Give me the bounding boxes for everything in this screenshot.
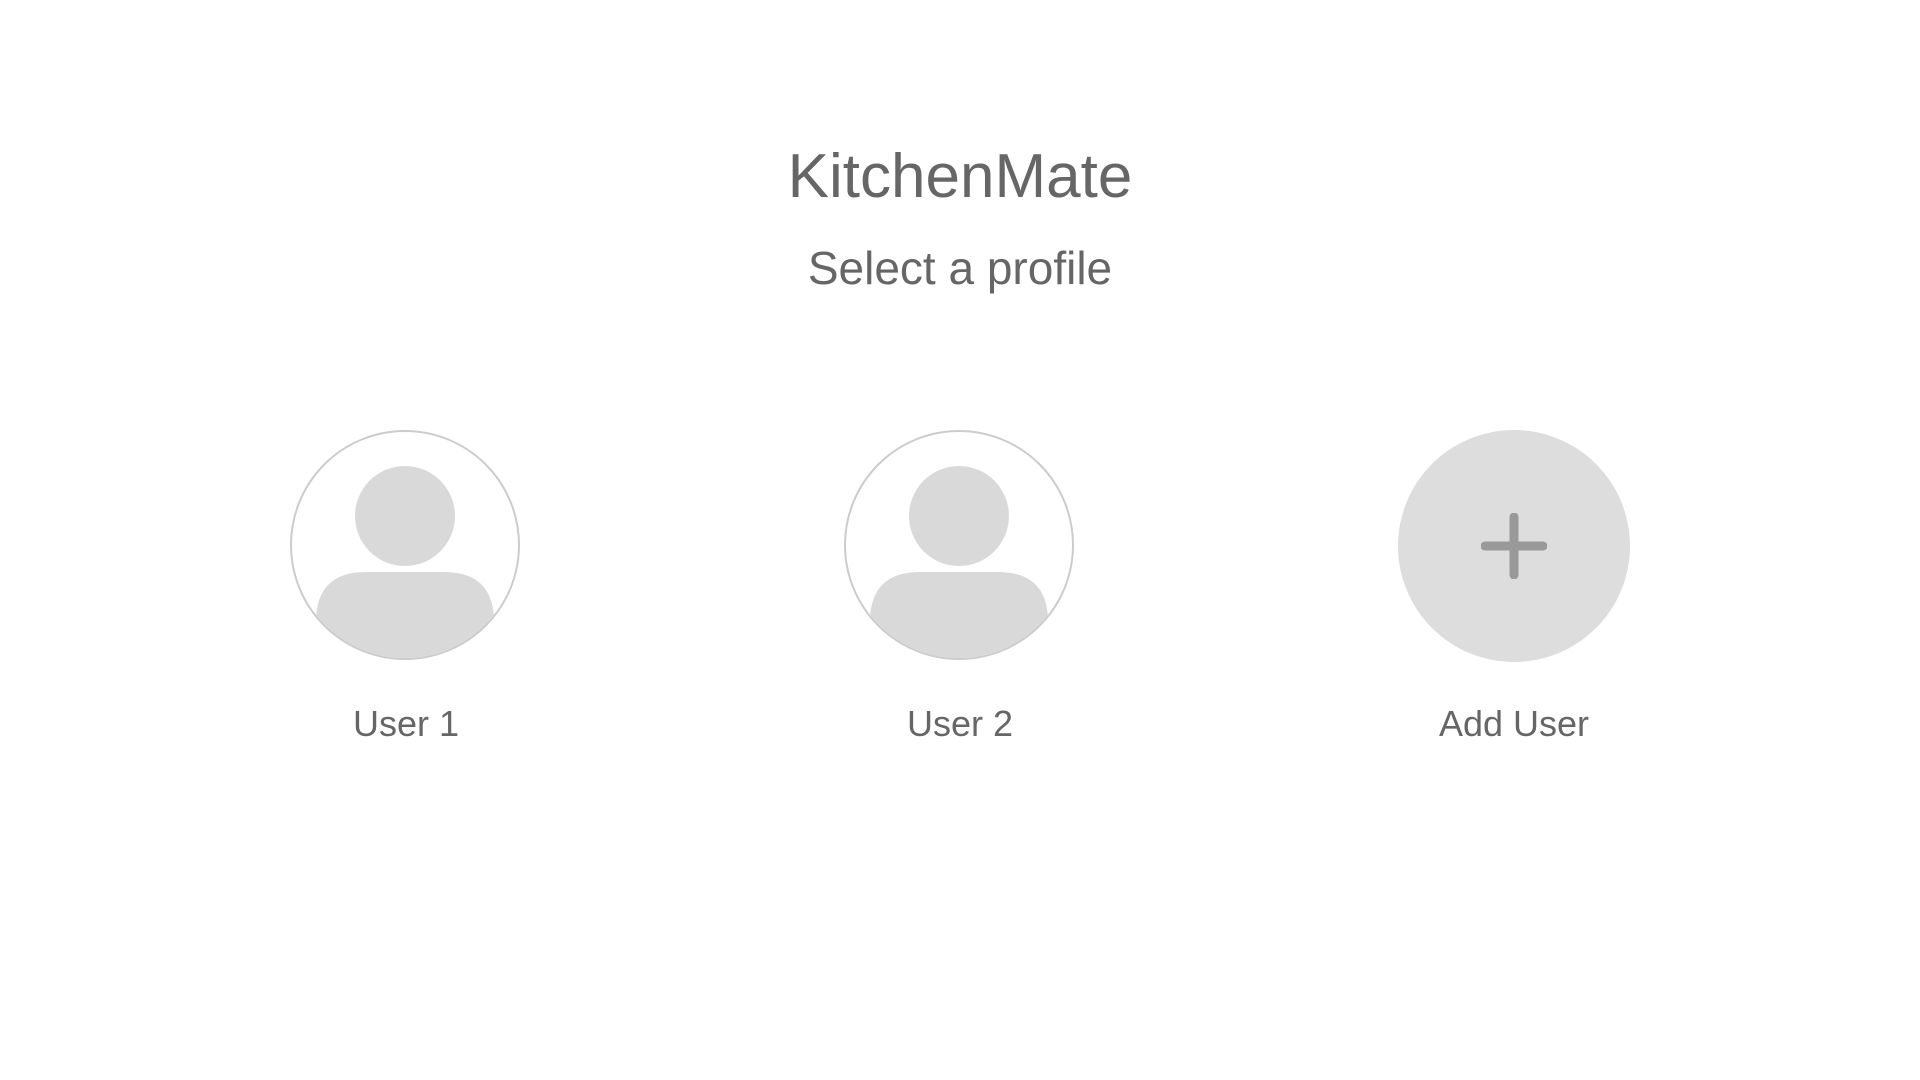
profile-user-1[interactable]: User 1 bbox=[286, 430, 526, 750]
add-user-circle[interactable] bbox=[1398, 430, 1630, 662]
profile-select-screen: KitchenMate Select a profile User 1 User… bbox=[0, 0, 1920, 1080]
user-avatar-icon bbox=[316, 466, 494, 658]
plus-icon bbox=[1481, 513, 1547, 579]
profile-label: User 1 bbox=[352, 703, 460, 744]
avatar[interactable] bbox=[290, 430, 520, 660]
add-user-button[interactable]: Add User bbox=[1394, 430, 1634, 750]
profile-user-2[interactable]: User 2 bbox=[840, 430, 1080, 750]
page-subtitle: Select a profile bbox=[807, 242, 1113, 294]
avatar[interactable] bbox=[844, 430, 1074, 660]
profile-label: User 2 bbox=[906, 703, 1014, 744]
user-avatar-icon bbox=[870, 466, 1048, 658]
app-title: KitchenMate bbox=[787, 142, 1133, 211]
add-user-label: Add User bbox=[1438, 703, 1590, 744]
